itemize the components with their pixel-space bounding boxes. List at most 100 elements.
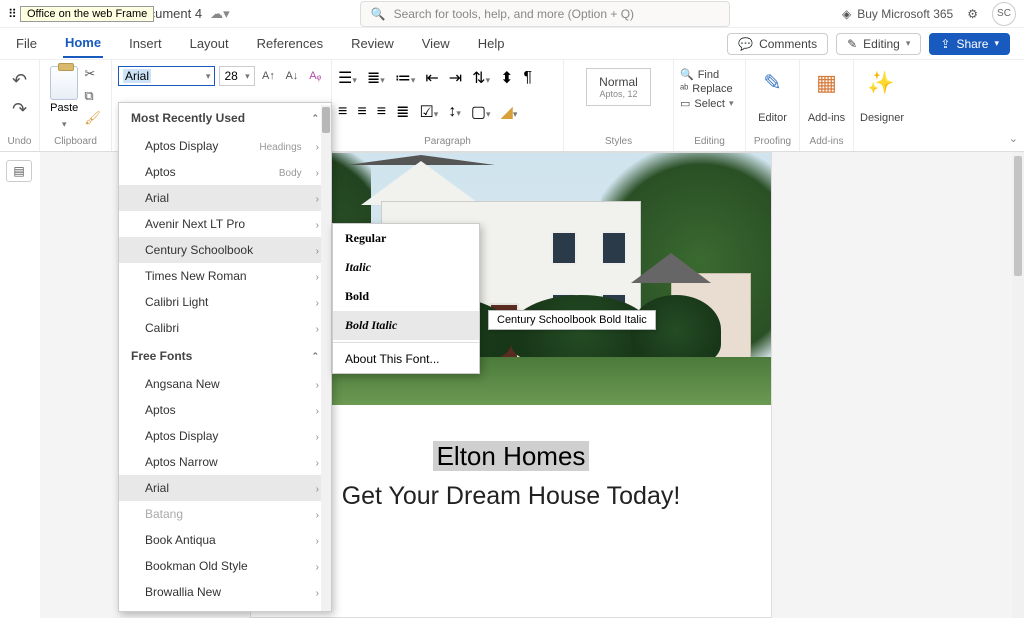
clear-format-icon[interactable]: Aᵩ (306, 66, 325, 86)
tab-review[interactable]: Review (349, 30, 396, 57)
style-bold[interactable]: Bold (333, 282, 479, 311)
font-item-calibri[interactable]: Calibri› (119, 315, 331, 341)
font-item-times[interactable]: Times New Roman› (119, 263, 331, 289)
align-left-icon[interactable]: ≡ (338, 103, 347, 121)
font-item-bookman[interactable]: Bookman Old Style› (119, 553, 331, 579)
tab-file[interactable]: File (14, 30, 39, 57)
tab-insert[interactable]: Insert (127, 30, 164, 57)
numbering-icon[interactable]: ≣▾ (367, 68, 385, 88)
shrink-font-icon[interactable]: A↓ (282, 66, 301, 86)
font-item-aptos2[interactable]: Aptos› (119, 397, 331, 423)
sort-icon[interactable]: ⬍ (500, 68, 513, 88)
borders-icon[interactable]: ▢▾ (471, 102, 491, 122)
replace-icon: ᵃᵇ (680, 83, 688, 95)
scrollbar-thumb[interactable] (1014, 156, 1022, 276)
font-item-calibri2[interactable]: Calibri› (119, 605, 331, 612)
tab-view[interactable]: View (420, 30, 452, 57)
tab-references[interactable]: References (255, 30, 325, 57)
chevron-right-icon: › (316, 510, 319, 521)
search-box[interactable]: 🔍 Search for tools, help, and more (Opti… (360, 1, 730, 27)
font-section-free[interactable]: Free Fonts ⌃ (119, 341, 331, 371)
font-item-aptos-display[interactable]: Aptos DisplayHeadings› (119, 133, 331, 159)
grow-font-icon[interactable]: A↑ (259, 66, 278, 86)
group-label-undo: Undo (8, 136, 32, 149)
font-item-century-schoolbook[interactable]: Century Schoolbook› (119, 237, 331, 263)
search-icon: 🔍 (371, 7, 386, 21)
font-item-aptos-display2[interactable]: Aptos Display› (119, 423, 331, 449)
font-item-batang[interactable]: Batang› (119, 501, 331, 527)
bullets-icon[interactable]: ☰▾ (338, 68, 357, 88)
font-item-book-antiqua[interactable]: Book Antiqua› (119, 527, 331, 553)
editor-label: Editor (752, 112, 793, 124)
style-bold-italic[interactable]: Bold Italic (333, 311, 479, 340)
search-placeholder: Search for tools, help, and more (Option… (394, 7, 634, 21)
justify-icon[interactable]: ≣ (396, 102, 409, 122)
buy-microsoft-365-button[interactable]: ◈ Buy Microsoft 365 (842, 7, 953, 21)
comments-button[interactable]: 💬Comments (727, 33, 828, 55)
about-this-font[interactable]: About This Font... (333, 345, 479, 373)
font-item-avenir[interactable]: Avenir Next LT Pro› (119, 211, 331, 237)
font-item-arial[interactable]: Arial› (119, 185, 331, 211)
title-bar: ⠿ Office on the web Frame Document 4 ☁▾ … (0, 0, 1024, 28)
font-name-combo[interactable]: Arial▾ (118, 66, 215, 86)
find-button[interactable]: 🔍Find (680, 68, 739, 81)
font-size-combo[interactable]: 28▾ (219, 66, 254, 86)
format-painter-icon[interactable]: 🖌 (84, 110, 101, 126)
font-style-submenu[interactable]: Regular Italic Bold Bold Italic About Th… (332, 223, 480, 374)
decrease-indent-icon[interactable]: ⇤ (425, 68, 438, 88)
font-item-calibri-light[interactable]: Calibri Light› (119, 289, 331, 315)
addins-icon[interactable]: ▦ (806, 70, 847, 96)
dropdown-scroll-thumb[interactable] (322, 107, 330, 133)
spacing-icon[interactable]: ↕▾ (448, 103, 461, 121)
vertical-scrollbar[interactable] (1012, 152, 1024, 618)
collapse-ribbon-icon[interactable]: ⌄ (1009, 132, 1018, 145)
share-label: Share (956, 37, 988, 51)
tab-home[interactable]: Home (63, 29, 103, 58)
font-item-arial2[interactable]: Arial› (119, 475, 331, 501)
share-button[interactable]: ⇪Share▾ (929, 33, 1010, 55)
font-item-aptos[interactable]: AptosBody› (119, 159, 331, 185)
ribbon-group-paragraph: ☰▾ ≣▾ ≔▾ ⇤ ⇥ ⇅▾ ⬍ ¶ ≡ ≡ ≡ ≣ ☑▾ ↕▾ ▢▾ ◢▾ … (332, 60, 564, 151)
settings-icon[interactable]: ⚙ (967, 7, 978, 21)
select-icon: ▭ (680, 97, 690, 110)
chevron-down-icon: ▾ (906, 38, 911, 49)
style-regular[interactable]: Regular (333, 224, 479, 253)
chevron-down-icon[interactable]: ▾ (62, 119, 67, 129)
office-frame-tooltip: Office on the web Frame (20, 6, 154, 22)
ribbon-group-designer: ✨ Designer (854, 60, 908, 151)
align-right-icon[interactable]: ≡ (377, 103, 386, 121)
style-name: Normal (599, 75, 638, 89)
font-item-angsana[interactable]: Angsana New› (119, 371, 331, 397)
undo-icon[interactable]: ↶ (12, 70, 27, 91)
show-marks-icon[interactable]: ¶ (524, 69, 533, 87)
shading-icon[interactable]: ◢▾ (501, 102, 518, 122)
copy-icon[interactable]: ⧉ (84, 88, 101, 104)
font-picker-dropdown[interactable]: Most Recently Used ⌃ Aptos DisplayHeadin… (118, 102, 332, 612)
style-italic[interactable]: Italic (333, 253, 479, 282)
account-avatar[interactable]: SC (992, 2, 1016, 26)
tab-layout[interactable]: Layout (188, 30, 231, 57)
tab-help[interactable]: Help (476, 30, 507, 57)
font-item-aptos-narrow[interactable]: Aptos Narrow› (119, 449, 331, 475)
dropdown-scrollbar[interactable] (321, 105, 331, 612)
paste-icon[interactable] (50, 66, 78, 100)
font-item-browallia[interactable]: Browallia New› (119, 579, 331, 605)
redo-icon[interactable]: ↷ (12, 99, 27, 120)
cut-icon[interactable]: ✂ (84, 66, 101, 82)
designer-icon[interactable]: ✨ (860, 70, 902, 96)
saved-to-cloud-icon[interactable]: ☁▾ (210, 6, 230, 22)
checklist-icon[interactable]: ☑▾ (419, 102, 438, 122)
style-normal[interactable]: Normal Aptos, 12 (586, 68, 651, 106)
font-section-mru[interactable]: Most Recently Used ⌃ (119, 103, 331, 133)
editor-icon[interactable]: ✎ (752, 70, 793, 96)
multilevel-list-icon[interactable]: ≔▾ (395, 68, 416, 88)
increase-indent-icon[interactable]: ⇥ (449, 68, 462, 88)
align-center-icon[interactable]: ≡ (357, 103, 366, 121)
line-spacing-icon[interactable]: ⇅▾ (472, 68, 490, 88)
navigation-pane-toggle[interactable]: ▤ (6, 160, 32, 182)
editing-mode-button[interactable]: ✎Editing▾ (836, 33, 921, 55)
select-button[interactable]: ▭Select▾ (680, 97, 739, 110)
replace-button[interactable]: ᵃᵇReplace (680, 83, 739, 95)
chevron-right-icon: › (316, 380, 319, 391)
chevron-down-icon: ▾ (729, 98, 734, 109)
